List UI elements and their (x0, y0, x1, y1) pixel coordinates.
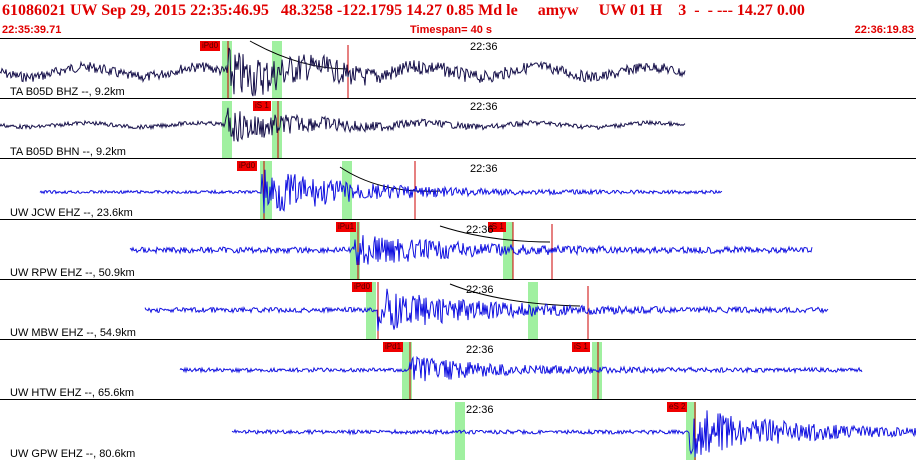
seismic-trace (0, 107, 686, 142)
phase-flag-s[interactable]: eS 2 (667, 402, 688, 412)
event-header: 61086021 UW Sep 29, 2015 22:35:46.95 48.… (0, 0, 916, 22)
phase-flag[interactable]: iPd0 (237, 161, 258, 171)
phase-flag[interactable]: iS 1 (253, 101, 271, 111)
seismic-trace (129, 235, 813, 265)
waveform-gpw-ehz (231, 402, 916, 460)
trace-panel-gpw-ehz[interactable]: eS 2 22:36 UW GPW EHZ --, 80.6km (0, 399, 916, 460)
channel-label: UW MBW EHZ --, 54.9km (10, 327, 136, 339)
event-summary: 61086021 UW Sep 29, 2015 22:35:46.95 48.… (2, 2, 805, 19)
trace-panel-htw-ehz[interactable]: iPd1 iS 1 22:36 UW HTW EHZ --, 65.6km (0, 339, 916, 400)
seismogram-viewer: 61086021 UW Sep 29, 2015 22:35:46.95 48.… (0, 0, 916, 460)
time-tick-label: 22:36 (466, 224, 494, 236)
time-tick-label: 22:36 (470, 41, 498, 53)
waveform-rpw-ehz (129, 222, 813, 280)
time-tick-label: 22:36 (470, 101, 498, 113)
timespan-label: Timespan= 40 s (410, 24, 493, 36)
phase-flag-s[interactable]: iS 1 (572, 342, 590, 352)
phase-flag[interactable]: iPd0 (352, 282, 373, 292)
trace-panel-mbw-ehz[interactable]: iPd0 22:36 UW MBW EHZ --, 54.9km (0, 279, 916, 340)
phase-flag[interactable]: iPu1 (336, 222, 357, 232)
seismic-trace (231, 410, 916, 458)
seismic-trace (39, 169, 723, 214)
channel-label: TA B05D BHN --, 9.2km (10, 146, 126, 158)
seismic-trace (179, 355, 863, 382)
channel-label: UW GPW EHZ --, 80.6km (10, 448, 136, 460)
waveform-b05d-bhn (0, 101, 686, 159)
trace-panel-b05d-bhn[interactable]: iS 1 22:36 TA B05D BHN --, 9.2km (0, 98, 916, 159)
channel-label: TA B05D BHZ --, 9.2km (10, 86, 125, 98)
waveform-mbw-ehz (144, 282, 829, 340)
channel-label: UW JCW EHZ --, 23.6km (10, 207, 133, 219)
trace-panel-jcw-ehz[interactable]: iPd0 22:36 UW JCW EHZ --, 23.6km (0, 158, 916, 220)
travel-time-curve (339, 166, 441, 192)
time-tick-label: 22:36 (466, 344, 494, 356)
trace-panel-rpw-ehz[interactable]: iPu1 iS 1 22:36 UW RPW EHZ --, 50.9km (0, 219, 916, 280)
trace-panel-b05d-bhz[interactable]: iPd0 22:36 TA B05D BHZ --, 9.2km (0, 38, 916, 99)
window-end-time: 22:36:19.83 (854, 24, 914, 36)
phase-flag[interactable]: iPd0 (200, 41, 221, 51)
time-tick-label: 22:36 (466, 404, 494, 416)
time-tick-label: 22:36 (466, 284, 494, 296)
channel-label: UW RPW EHZ --, 50.9km (10, 267, 135, 279)
waveform-htw-ehz (179, 342, 863, 400)
waveform-jcw-ehz (39, 161, 723, 220)
waveform-b05d-bhz (0, 40, 686, 99)
time-tick-label: 22:36 (470, 163, 498, 175)
phase-flag[interactable]: iPd1 (383, 342, 404, 352)
channel-label: UW HTW EHZ --, 65.6km (10, 387, 135, 399)
window-start-time: 22:35:39.71 (2, 24, 62, 36)
